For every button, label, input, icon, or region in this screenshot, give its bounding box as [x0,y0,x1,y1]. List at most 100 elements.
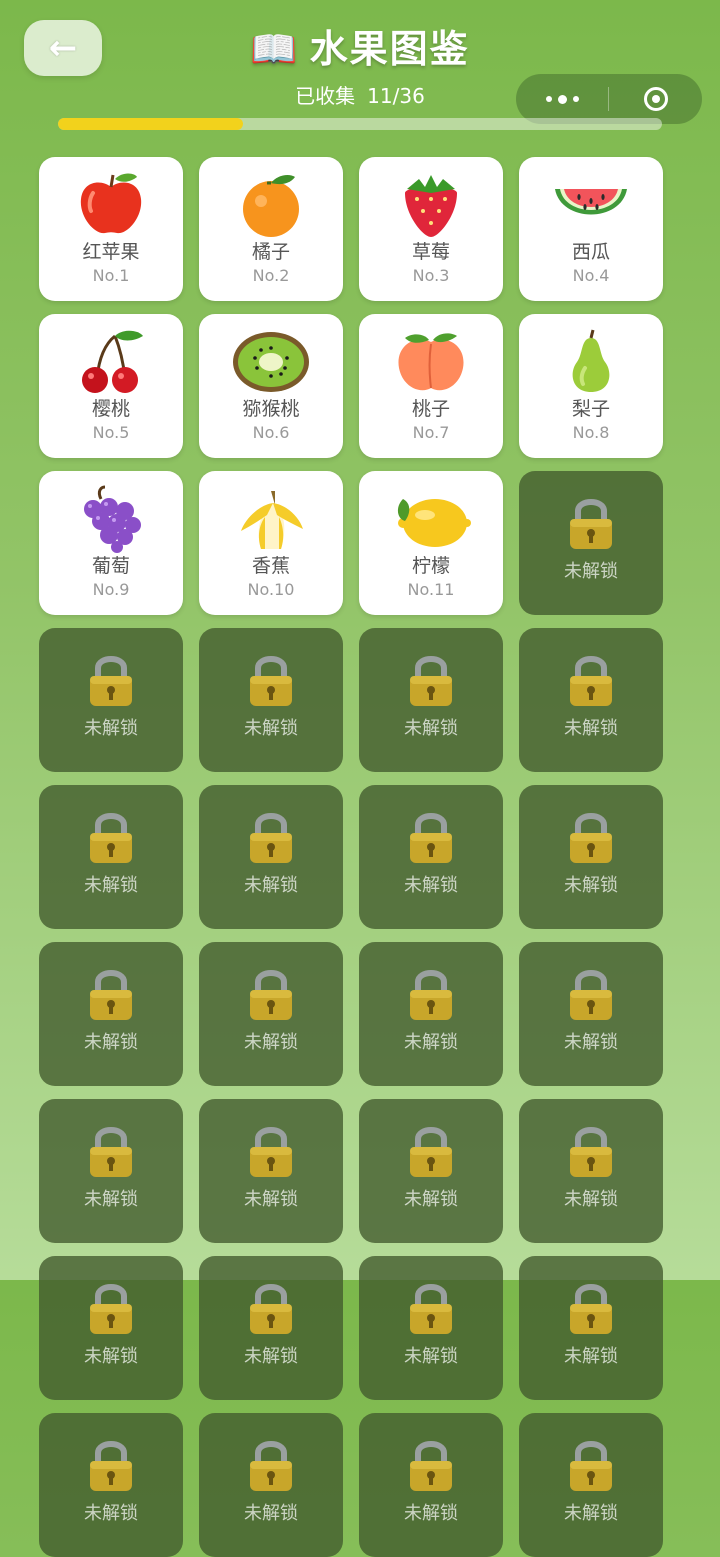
fruit-collection-grid: 红苹果 No.1 橘子 No.2 草莓 No.3 西瓜 No.4 樱桃 No.5 猕猴桃 No.6 桃子… [39,157,663,1557]
apple-icon [68,171,154,239]
lemon-icon [388,485,474,553]
fruit-card[interactable]: 橘子 No.2 [199,157,343,301]
progress-bar [58,118,662,130]
locked-label: 未解锁 [404,1346,458,1367]
fruit-number: No.6 [252,423,290,442]
fruit-number: No.10 [247,580,295,599]
locked-card[interactable]: 未解锁 [199,1256,343,1400]
fruit-name: 香蕉 [251,555,290,577]
progress-label: 已收集 [295,84,356,108]
locked-card[interactable]: 未解锁 [359,1256,503,1400]
locked-card[interactable]: 未解锁 [359,1099,503,1243]
padlock-icon [86,652,136,708]
progress-bar-fill [58,118,243,130]
locked-card[interactable]: 未解锁 [199,942,343,1086]
padlock-icon [246,1437,296,1493]
padlock-icon [246,809,296,865]
locked-card[interactable]: 未解锁 [359,942,503,1086]
locked-card[interactable]: 未解锁 [519,1099,663,1243]
locked-label: 未解锁 [404,1503,458,1524]
fruit-name: 柠檬 [411,555,450,577]
locked-label: 未解锁 [564,1503,618,1524]
padlock-icon [566,1280,616,1336]
fruit-number: No.1 [92,266,130,285]
locked-card[interactable]: 未解锁 [519,785,663,929]
locked-label: 未解锁 [244,1032,298,1053]
strawberry-icon [388,171,474,239]
locked-card[interactable]: 未解锁 [199,1099,343,1243]
locked-label: 未解锁 [244,1189,298,1210]
progress-summary: 已收集 11/36 [0,80,720,109]
fruit-card[interactable]: 香蕉 No.10 [199,471,343,615]
locked-card[interactable]: 未解锁 [39,1099,183,1243]
fruit-name: 猕猴桃 [242,398,300,420]
locked-card[interactable]: 未解锁 [519,471,663,615]
fruit-number: No.4 [572,266,610,285]
locked-label: 未解锁 [84,1503,138,1524]
locked-card[interactable]: 未解锁 [519,942,663,1086]
locked-label: 未解锁 [404,718,458,739]
padlock-icon [406,1280,456,1336]
locked-label: 未解锁 [84,718,138,739]
locked-card[interactable]: 未解锁 [359,1413,503,1557]
padlock-icon [566,1123,616,1179]
padlock-icon [246,966,296,1022]
locked-label: 未解锁 [564,875,618,896]
locked-label: 未解锁 [84,875,138,896]
fruit-card[interactable]: 草莓 No.3 [359,157,503,301]
locked-card[interactable]: 未解锁 [519,1256,663,1400]
fruit-name: 红苹果 [82,241,140,263]
fruit-number: No.7 [412,423,450,442]
padlock-icon [246,652,296,708]
padlock-icon [566,495,616,551]
locked-card[interactable]: 未解锁 [199,628,343,772]
fruit-number: No.11 [407,580,455,599]
fruit-name: 橘子 [251,241,290,263]
fruit-card[interactable]: 葡萄 No.9 [39,471,183,615]
locked-label: 未解锁 [244,718,298,739]
padlock-icon [246,1123,296,1179]
padlock-icon [406,809,456,865]
locked-label: 未解锁 [244,1346,298,1367]
fruit-card[interactable]: 樱桃 No.5 [39,314,183,458]
locked-label: 未解锁 [84,1189,138,1210]
locked-card[interactable]: 未解锁 [199,785,343,929]
locked-card[interactable]: 未解锁 [199,1413,343,1557]
fruit-card[interactable]: 红苹果 No.1 [39,157,183,301]
fruit-card[interactable]: 梨子 No.8 [519,314,663,458]
fruit-card[interactable]: 柠檬 No.11 [359,471,503,615]
orange-icon [228,171,314,239]
locked-label: 未解锁 [404,1032,458,1053]
banana-icon [228,485,314,553]
locked-card[interactable]: 未解锁 [39,785,183,929]
progress-count: 11/36 [367,84,425,108]
padlock-icon [86,966,136,1022]
padlock-icon [86,809,136,865]
locked-label: 未解锁 [84,1346,138,1367]
fruit-card[interactable]: 猕猴桃 No.6 [199,314,343,458]
fruit-card[interactable]: 桃子 No.7 [359,314,503,458]
kiwi-icon [228,328,314,396]
locked-card[interactable]: 未解锁 [359,785,503,929]
padlock-icon [406,966,456,1022]
cherry-icon [68,328,154,396]
locked-label: 未解锁 [564,561,618,582]
locked-card[interactable]: 未解锁 [359,628,503,772]
fruit-name: 草莓 [411,241,450,263]
page-title: 📖 水果图鉴 [0,18,720,73]
locked-card[interactable]: 未解锁 [519,1413,663,1557]
padlock-icon [566,966,616,1022]
locked-label: 未解锁 [84,1032,138,1053]
fruit-name: 葡萄 [91,555,130,577]
locked-card[interactable]: 未解锁 [39,1413,183,1557]
fruit-number: No.9 [92,580,130,599]
locked-label: 未解锁 [404,1189,458,1210]
book-icon: 📖 [250,27,300,71]
fruit-name: 樱桃 [91,398,130,420]
locked-card[interactable]: 未解锁 [39,628,183,772]
locked-card[interactable]: 未解锁 [519,628,663,772]
locked-card[interactable]: 未解锁 [39,1256,183,1400]
fruit-card[interactable]: 西瓜 No.4 [519,157,663,301]
grapes-icon [68,485,154,553]
locked-card[interactable]: 未解锁 [39,942,183,1086]
